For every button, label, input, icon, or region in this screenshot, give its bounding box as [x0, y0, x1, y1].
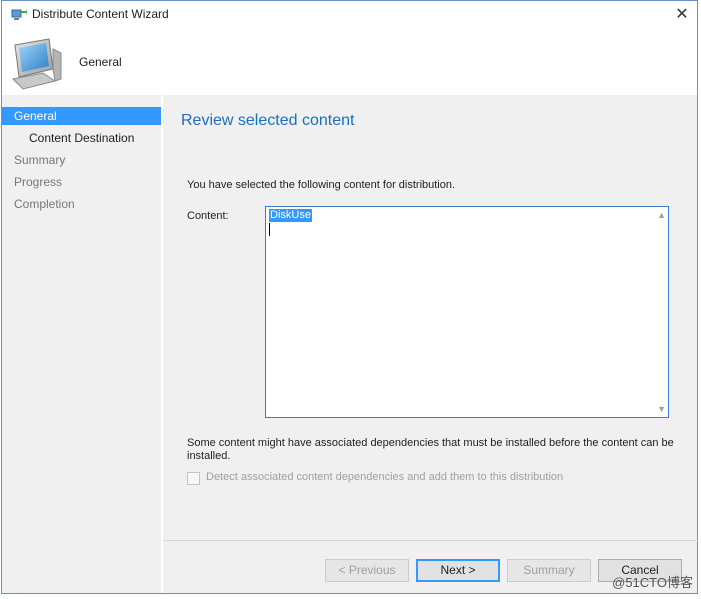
sidebar-item-general[interactable]: General [2, 107, 161, 125]
intro-text: You have selected the following content … [187, 179, 456, 191]
wizard-window: Distribute Content Wizard ✕ General Gene… [1, 0, 698, 594]
sidebar-item-progress[interactable]: Progress [2, 173, 161, 191]
distribute-content-icon [11, 9, 27, 20]
detect-dependencies-checkbox[interactable] [187, 472, 200, 485]
sidebar-item-content-destination[interactable]: Content Destination [2, 129, 161, 147]
previous-button[interactable]: < Previous [325, 559, 409, 582]
window-title: Distribute Content Wizard [32, 7, 169, 21]
dependency-note: Some content might have associated depen… [187, 437, 674, 462]
page-heading: Review selected content [181, 112, 355, 129]
scroll-down-arrow-icon[interactable]: ▼ [657, 404, 666, 414]
sidebar-item-summary[interactable]: Summary [2, 151, 161, 169]
summary-button[interactable]: Summary [507, 559, 591, 582]
close-button[interactable]: ✕ [669, 2, 695, 28]
title-bar: Distribute Content Wizard ✕ [2, 1, 697, 29]
content-textarea[interactable]: DiskUse ▲ ▼ [265, 206, 669, 418]
text-caret [269, 223, 270, 236]
watermark-text: @51CTO博客 [612, 575, 693, 590]
sidebar-item-completion[interactable]: Completion [2, 195, 161, 213]
scroll-up-arrow-icon[interactable]: ▲ [657, 210, 666, 220]
wizard-body: General Content Destination Summary Prog… [2, 95, 698, 593]
footer-separator [163, 540, 698, 541]
content-label: Content: [187, 210, 229, 222]
computer-monitor-icon [11, 38, 62, 90]
close-icon: ✕ [675, 6, 689, 23]
wizard-page: Review selected content You have selecte… [163, 95, 698, 593]
detect-dependencies-label: Detect associated content dependencies a… [206, 471, 564, 483]
wizard-steps-sidebar: General Content Destination Summary Prog… [2, 95, 163, 593]
wizard-header: General [2, 29, 697, 95]
header-title: General [79, 55, 122, 69]
next-button[interactable]: Next > [416, 559, 500, 582]
content-selected-text: DiskUse [269, 209, 312, 222]
